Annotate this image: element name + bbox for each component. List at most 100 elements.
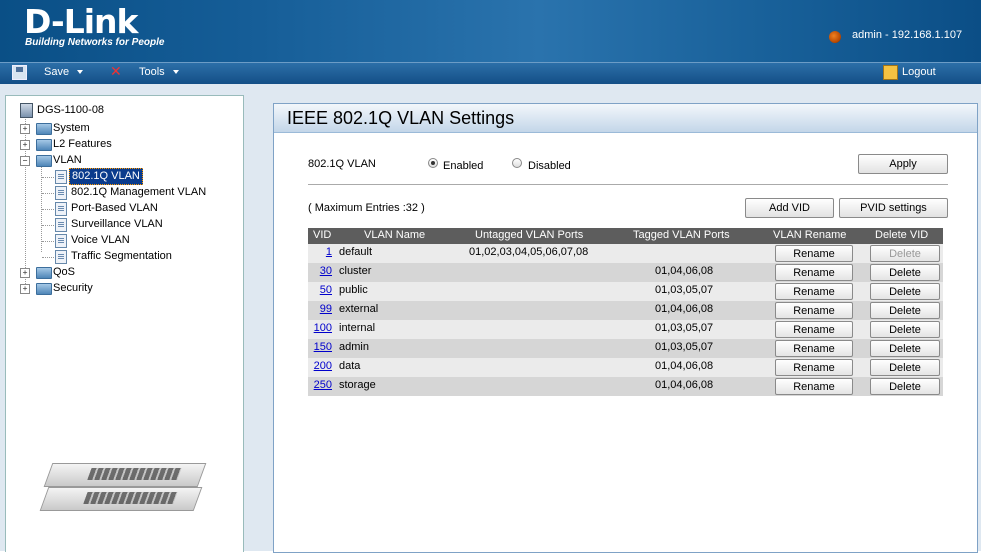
switch-icon <box>20 103 33 118</box>
table-row: 100 internal 01,03,05,07 Rename Delete <box>308 320 943 339</box>
user-info: admin - 192.168.1.107 <box>852 29 963 41</box>
logout-link[interactable]: Logout <box>902 66 936 78</box>
page-icon <box>55 202 67 216</box>
rename-button[interactable]: Rename <box>775 245 853 262</box>
expand-icon[interactable]: + <box>20 124 30 134</box>
tree-item-label: Voice VLAN <box>71 234 130 246</box>
vlan-name: admin <box>339 341 369 353</box>
column-header: VID <box>313 229 332 241</box>
tools-menu[interactable]: Tools <box>139 66 179 78</box>
rename-button[interactable]: Rename <box>775 340 853 357</box>
folder-icon <box>36 283 52 295</box>
vlan-state-label: 802.1Q VLAN <box>308 158 376 170</box>
folder-open-icon <box>36 155 52 167</box>
add-vid-button[interactable]: Add VID <box>745 198 834 218</box>
key-icon <box>883 65 898 80</box>
save-menu[interactable]: Save <box>44 66 84 78</box>
vid-link[interactable]: 1 <box>326 246 332 258</box>
page-title: IEEE 802.1Q VLAN Settings <box>287 108 515 128</box>
tagged-ports: 01,03,05,07 <box>655 284 714 296</box>
navigation-tree-panel: DGS-1100-08 + System + L2 Features − VLA… <box>5 95 244 552</box>
main-panel: IEEE 802.1Q VLAN Settings 802.1Q VLAN En… <box>273 103 978 553</box>
delete-button[interactable]: Delete <box>870 378 940 395</box>
table-row: 1 default 01,02,03,04,05,06,07,08 Rename Del… <box>308 244 943 263</box>
vid-link[interactable]: 150 <box>314 341 332 353</box>
toolbar: Save ✕ Tools Logout <box>0 62 981 85</box>
vlan-name: public <box>339 284 368 296</box>
save-icon <box>12 65 27 80</box>
vid-link[interactable]: 50 <box>320 284 332 296</box>
tree-root-label: DGS-1100-08 <box>37 104 105 116</box>
pvid-settings-button[interactable]: PVID settings <box>839 198 948 218</box>
tagged-ports: 01,04,06,08 <box>655 265 714 277</box>
rename-button[interactable]: Rename <box>775 264 853 281</box>
vid-link[interactable]: 30 <box>320 265 332 277</box>
vlan-name: data <box>339 360 361 372</box>
page-icon <box>55 218 67 232</box>
delete-button[interactable]: Delete <box>870 321 940 338</box>
table-header: VID VLAN Name Untagged VLAN Ports Tagged… <box>308 228 943 244</box>
expand-icon[interactable]: + <box>20 284 30 294</box>
tree-item-label: L2 Features <box>53 138 112 150</box>
delete-button: Delete <box>870 245 940 262</box>
expand-icon[interactable]: + <box>20 140 30 150</box>
expand-icon[interactable]: + <box>20 268 30 278</box>
tree-item-label: Port-Based VLAN <box>71 202 158 214</box>
apply-button[interactable]: Apply <box>858 154 948 174</box>
rename-button[interactable]: Rename <box>775 321 853 338</box>
vlan-name: internal <box>339 322 376 334</box>
delete-button[interactable]: Delete <box>870 302 940 319</box>
table-row: 250 storage 01,04,06,08 Rename Delete <box>308 377 943 396</box>
column-header: Delete VID <box>875 229 929 241</box>
delete-button[interactable]: Delete <box>870 340 940 357</box>
tree-item-label: 802.1Q Management VLAN <box>71 186 207 198</box>
folder-icon <box>36 267 52 279</box>
vlan-name: default <box>339 246 373 258</box>
disabled-radio[interactable] <box>512 158 522 168</box>
header-banner: D-Link Building Networks for People admi… <box>0 0 981 62</box>
page-icon <box>55 234 67 248</box>
tree-item-label: System <box>53 122 90 134</box>
tree-item-label: Traffic Segmentation <box>71 250 172 262</box>
rename-button[interactable]: Rename <box>775 302 853 319</box>
vid-link[interactable]: 99 <box>320 303 332 315</box>
table-row: 30 cluster 01,04,06,08 Rename Delete <box>308 263 943 282</box>
vlan-name: storage <box>339 379 376 391</box>
tree-item-label: Surveillance VLAN <box>71 218 163 230</box>
disabled-label: Disabled <box>528 160 571 172</box>
device-image <box>38 461 207 531</box>
vid-link[interactable]: 200 <box>314 360 332 372</box>
divider <box>308 184 948 185</box>
collapse-icon[interactable]: − <box>20 156 30 166</box>
delete-button[interactable]: Delete <box>870 359 940 376</box>
user-status-icon <box>829 31 841 43</box>
delete-button[interactable]: Delete <box>870 283 940 300</box>
table-row: 150 admin 01,03,05,07 Rename Delete <box>308 339 943 358</box>
tree-item-label: QoS <box>53 266 76 278</box>
vid-link[interactable]: 250 <box>314 379 332 391</box>
enabled-radio[interactable] <box>428 158 438 168</box>
column-header: Untagged VLAN Ports <box>475 229 584 241</box>
folder-icon <box>36 123 52 135</box>
rename-button[interactable]: Rename <box>775 359 853 376</box>
max-entries-label: ( Maximum Entries :32 ) <box>308 202 425 214</box>
chevron-down-icon <box>172 70 179 75</box>
column-header: Tagged VLAN Ports <box>633 229 730 241</box>
tree-item-label: VLAN <box>53 154 82 166</box>
vlan-name: external <box>339 303 379 315</box>
tree-item-label: 802.1Q VLAN <box>69 168 143 185</box>
column-header: VLAN Rename <box>773 229 847 241</box>
folder-icon <box>36 139 52 151</box>
delete-button[interactable]: Delete <box>870 264 940 281</box>
tagged-ports: 01,04,06,08 <box>655 379 714 391</box>
rename-button[interactable]: Rename <box>775 283 853 300</box>
tagged-ports: 01,04,06,08 <box>655 360 714 372</box>
rename-button[interactable]: Rename <box>775 378 853 395</box>
enabled-label: Enabled <box>443 160 484 172</box>
page-icon <box>55 250 67 264</box>
vid-link[interactable]: 100 <box>314 322 332 334</box>
table-row: 99 external 01,04,06,08 Rename Delete <box>308 301 943 320</box>
title-bar: IEEE 802.1Q VLAN Settings <box>274 104 977 133</box>
switch-unit-top <box>43 463 207 487</box>
column-header: VLAN Name <box>364 229 426 241</box>
